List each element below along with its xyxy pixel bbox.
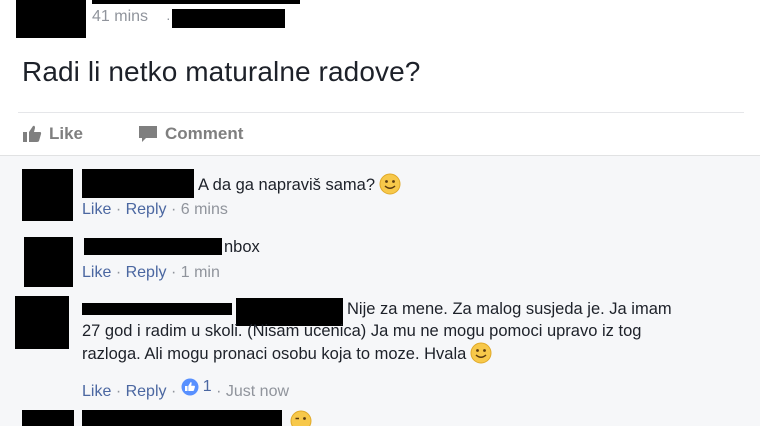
separator-dot: · (216, 383, 222, 400)
post-timestamp[interactable]: 41 mins (92, 8, 148, 26)
separator-dot: · (170, 201, 177, 218)
comment-1-author-redacted[interactable] (82, 169, 194, 198)
separator-dot: · (115, 201, 122, 218)
comment-2-text: nbox (224, 238, 260, 256)
thumbs-up-icon (23, 125, 42, 142)
comment-3: Nije za mene. Za malog susjeda je. Ja im… (82, 298, 752, 365)
comment-4-author-redacted[interactable] (82, 410, 282, 426)
comment-3-line-3-text: razloga. Ali mogu pronaci osobu koja to … (82, 345, 467, 363)
comment-2-avatar-redacted[interactable] (24, 237, 73, 287)
smiley-icon (379, 173, 401, 195)
comment-2-timestamp[interactable]: 1 min (181, 264, 220, 281)
separator-dot: · (115, 383, 122, 400)
like-button[interactable]: Like (22, 124, 83, 144)
comment-1-like-link[interactable]: Like (82, 201, 111, 218)
separator-dot: · (166, 10, 171, 26)
comment-label: Comment (165, 124, 244, 143)
comment-icon (139, 126, 157, 142)
comment-3-avatar-redacted[interactable] (15, 296, 69, 349)
comment-3-line-3: razloga. Ali mogu pronaci osobu koja to … (82, 342, 752, 365)
comment-4-avatar-redacted[interactable] (22, 410, 74, 426)
post-author-avatar-redacted[interactable] (16, 0, 86, 38)
comment-1-text: A da ga napraviš sama? (198, 176, 376, 194)
comment-3-reactions[interactable]: 1 (181, 378, 212, 396)
comment-2: nbox (224, 236, 260, 258)
separator-dot: · (170, 383, 177, 400)
comment-3-line-2: 27 god i radim u skoli. (Nisam ucenica) … (82, 322, 642, 340)
separator-dot: · (170, 264, 177, 281)
comment-1-avatar-redacted[interactable] (22, 169, 73, 221)
comment-3-reaction-count: 1 (202, 378, 212, 395)
divider (18, 112, 744, 113)
comment-3-reply-link[interactable]: Reply (126, 383, 167, 400)
post-author-name-redacted[interactable] (92, 0, 300, 4)
comment-2-like-link[interactable]: Like (82, 264, 111, 281)
comment-1-timestamp[interactable]: 6 mins (181, 201, 228, 218)
comment-2-author-redacted[interactable] (84, 238, 222, 255)
winking-face-icon (290, 410, 312, 426)
comment-3-line-1: Nije za mene. Za malog susjeda je. Ja im… (347, 300, 672, 318)
privacy-redacted (172, 9, 285, 28)
comment-3-like-link[interactable]: Like (82, 383, 111, 400)
separator-dot: · (115, 264, 122, 281)
post-text: Radi li netko maturalne radove? (22, 56, 421, 87)
comment-1-meta: Like · Reply · 6 mins (82, 201, 228, 219)
comment-2-reply-link[interactable]: Reply (126, 264, 167, 281)
comment-1: A da ga napraviš sama? (198, 173, 401, 196)
comment-3-meta: Like · Reply · 1 · Just now (82, 378, 289, 401)
comment-3-timestamp[interactable]: Just now (226, 383, 289, 400)
like-label: Like (49, 124, 84, 143)
smiley-icon (470, 342, 492, 364)
comment-2-meta: Like · Reply · 1 min (82, 264, 220, 282)
comment-1-reply-link[interactable]: Reply (126, 201, 167, 218)
comment-button[interactable]: Comment (138, 124, 243, 144)
like-reaction-icon (181, 378, 199, 396)
